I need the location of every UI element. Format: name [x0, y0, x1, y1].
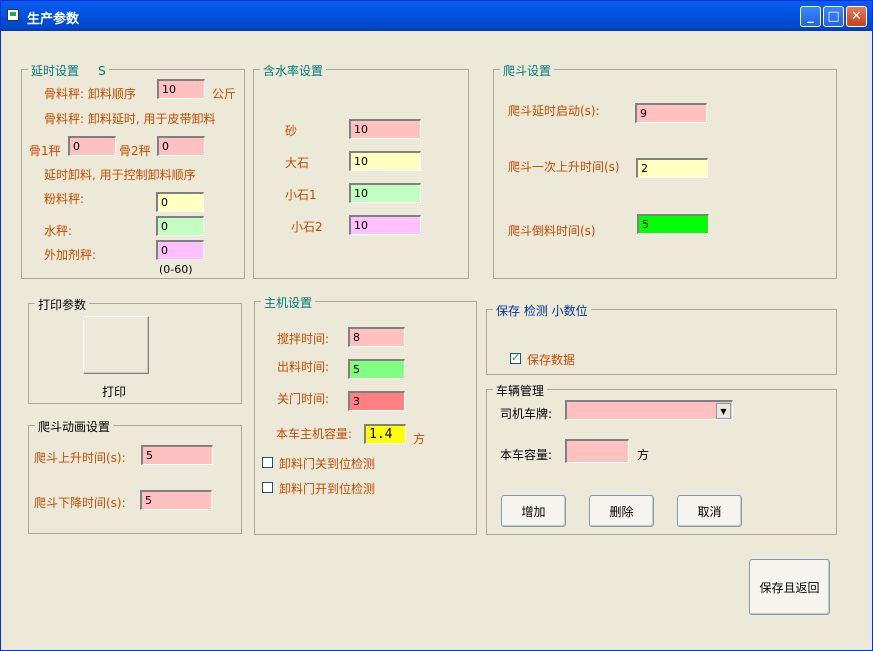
- anim-frame: 爬斗动画设置: [28, 418, 242, 534]
- add-vehicle-button[interactable]: 增加: [501, 495, 566, 527]
- additive-scale-label: 外加剂秤:: [44, 248, 97, 262]
- save-and-return-button[interactable]: 保存且返回: [749, 559, 830, 615]
- range-hint: (0-60): [159, 263, 193, 276]
- hopper-title: 爬斗设置: [500, 62, 555, 79]
- powder-scale-label: 粉料秤:: [44, 192, 85, 206]
- capacity-label: 本车主机容量:: [276, 427, 353, 441]
- bone-delay-note: 骨料秤: 卸料延时, 用于皮带卸料: [44, 112, 216, 126]
- sand-label: 砂: [285, 124, 298, 138]
- save-title: 保存 检测 小数位: [493, 302, 591, 319]
- vehicle-title: 车辆管理: [493, 382, 548, 399]
- close-door-check-checkbox[interactable]: [262, 457, 273, 468]
- anim-title: 爬斗动画设置: [35, 418, 114, 435]
- bone-scale-label: 骨料秤: 卸料顺序: [44, 87, 136, 101]
- small-stone1-label: 小石1: [285, 188, 317, 202]
- save-data-checkbox[interactable]: [510, 351, 521, 364]
- minimize-button[interactable]: _: [800, 6, 821, 27]
- additive-scale-input[interactable]: 0: [156, 240, 204, 260]
- moisture-title: 含水率设置: [260, 62, 327, 79]
- hopper-rise-input[interactable]: 2: [636, 158, 708, 178]
- main-machine-title: 主机设置: [261, 294, 316, 311]
- bone2-label: 骨2秤: [119, 144, 151, 158]
- chevron-down-icon[interactable]: ▼: [716, 403, 731, 419]
- small-stone2-label: 小石2: [291, 220, 323, 234]
- close-door-check-label: 卸料门关到位检测: [279, 457, 376, 471]
- window-title: 生产参数: [27, 12, 80, 27]
- close-button[interactable]: ✕: [846, 6, 867, 27]
- moisture-frame: 含水率设置: [253, 62, 469, 279]
- discharge-time-label: 出料时间:: [277, 360, 330, 374]
- hopper-dump-label: 爬斗倒料时间(s): [508, 224, 596, 238]
- anim-fall-input[interactable]: 5: [140, 490, 212, 510]
- bone1-input[interactable]: 0: [68, 136, 116, 156]
- discharge-time-input[interactable]: 5: [348, 359, 405, 379]
- big-stone-input[interactable]: 10: [349, 151, 421, 171]
- hopper-dump-input[interactable]: 5: [637, 214, 709, 234]
- close-door-time-input[interactable]: 3: [348, 391, 405, 411]
- vehicle-capacity-label: 本车容量:: [500, 448, 553, 462]
- anim-rise-input[interactable]: 5: [141, 445, 213, 465]
- app-icon: [7, 9, 19, 21]
- open-door-check-label: 卸料门开到位检测: [279, 482, 376, 496]
- mix-time-label: 搅拌时间:: [277, 332, 330, 346]
- big-stone-label: 大石: [285, 156, 310, 170]
- anim-rise-label: 爬斗上升时间(s):: [34, 451, 126, 465]
- hopper-delay-label: 爬斗延时启动(s):: [508, 104, 600, 118]
- open-door-check-checkbox[interactable]: [262, 482, 273, 493]
- close-door-time-label: 关门时间:: [277, 392, 330, 406]
- delay-settings-title: 延时设置: [31, 64, 80, 78]
- plate-label: 司机车牌:: [500, 407, 553, 421]
- print-title: 打印参数: [35, 296, 90, 313]
- water-scale-input[interactable]: 0: [156, 216, 204, 236]
- capacity-unit: 方: [413, 432, 426, 446]
- cancel-button[interactable]: 取消: [677, 495, 742, 527]
- title-bar[interactable]: 生产参数 _ □ ✕: [1, 1, 872, 31]
- main-window: 生产参数 _ □ ✕ 延时设置 S 骨料秤: 卸料顺序 10 公斤 骨料秤: 卸…: [0, 0, 873, 651]
- powder-scale-input[interactable]: 0: [156, 192, 204, 212]
- hopper-rise-label: 爬斗一次上升时间(s): [508, 160, 620, 174]
- vehicle-capacity-input[interactable]: [565, 439, 629, 463]
- bone1-label: 骨1秤: [29, 144, 61, 158]
- small-stone1-input[interactable]: 10: [349, 183, 421, 203]
- bone-unit-label: 公斤: [212, 87, 237, 101]
- save-data-label: 保存数据: [527, 353, 576, 367]
- print-image-button[interactable]: [83, 316, 149, 374]
- small-stone2-input[interactable]: 10: [349, 215, 421, 235]
- control-order-note: 延时卸料, 用于控制卸料顺序: [44, 168, 196, 182]
- bone-order-input[interactable]: 10: [157, 79, 205, 99]
- plate-combobox[interactable]: ▼: [565, 400, 733, 420]
- mix-time-input[interactable]: 8: [348, 327, 405, 347]
- anim-fall-label: 爬斗下降时间(s):: [34, 496, 126, 510]
- capacity-input[interactable]: 1.4: [364, 424, 406, 444]
- vehicle-capacity-unit: 方: [637, 448, 650, 462]
- bone2-input[interactable]: 0: [157, 136, 205, 156]
- water-scale-label: 水秤:: [44, 224, 73, 238]
- sand-input[interactable]: 10: [349, 119, 421, 139]
- maximize-button[interactable]: □: [823, 6, 844, 27]
- print-label: 打印: [102, 385, 127, 399]
- delete-vehicle-button[interactable]: 删除: [589, 495, 654, 527]
- delay-unit-s: S: [98, 64, 106, 78]
- hopper-delay-input[interactable]: 9: [635, 103, 707, 123]
